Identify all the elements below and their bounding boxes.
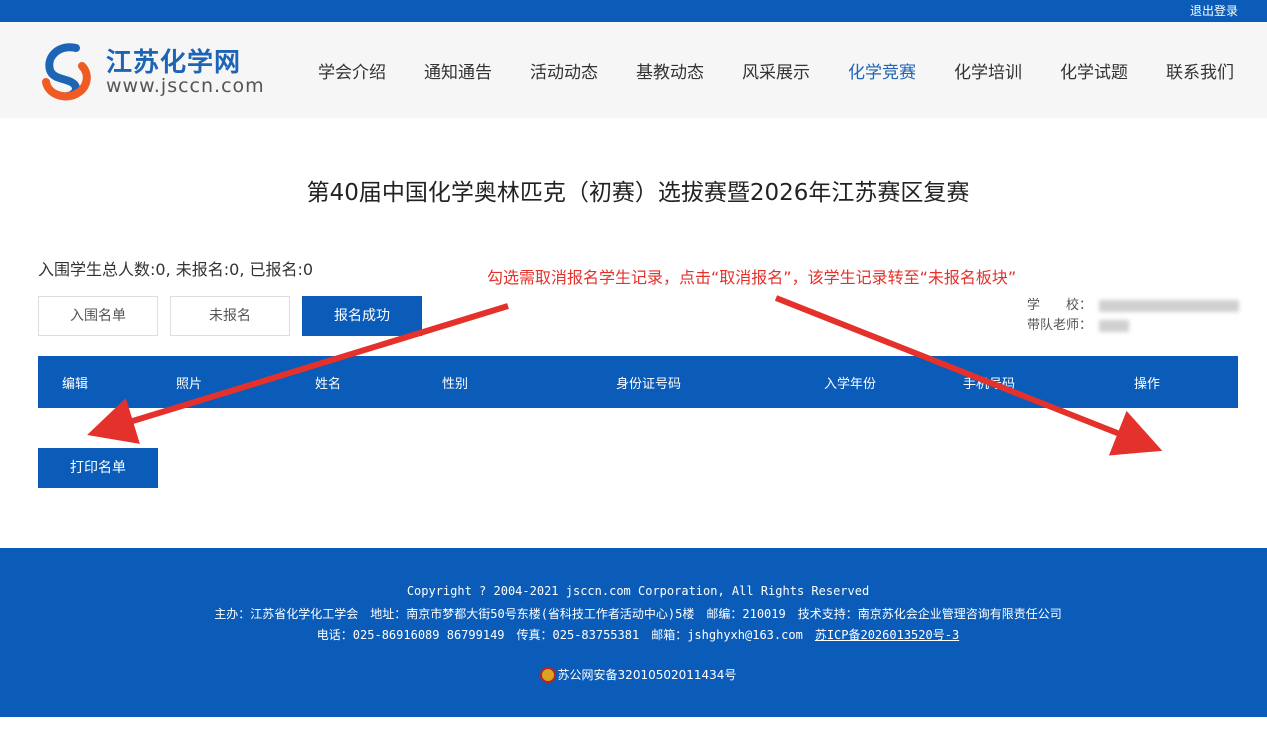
nav-item-about[interactable]: 学会介绍 — [318, 58, 386, 83]
nav-item-notices[interactable]: 通知通告 — [424, 58, 492, 83]
tab-shortlist[interactable]: 入围名单 — [38, 296, 158, 336]
nav-item-training[interactable]: 化学培训 — [954, 58, 1022, 83]
col-name: 姓名 — [315, 377, 342, 392]
footer-copyright: Copyright ? 2004-2021 jsccn.com Corporat… — [406, 584, 870, 598]
registration-stats: 入围学生总人数:0, 未报名:0, 已报名:0 — [38, 260, 314, 279]
logo-mark-icon — [42, 43, 91, 101]
print-list-button[interactable]: 打印名单 — [38, 448, 158, 488]
col-phone: 手机号码 — [963, 377, 1016, 392]
footer-organizer: 主办：江苏省化学化工学会 地址：南京市梦都大街50号东楼(省科技工作者活动中心)… — [214, 607, 1062, 621]
site-logo[interactable]: 江苏化学网 www.jsccn.com — [38, 40, 278, 104]
logo-url: www.jsccn.com — [106, 75, 265, 97]
nav-item-competition[interactable]: 化学竞赛 — [848, 58, 916, 83]
site-header: 江苏化学网 www.jsccn.com 学会介绍 通知通告 活动动态 基教动态 … — [0, 22, 1267, 118]
nav-item-basic-education[interactable]: 基教动态 — [636, 58, 704, 83]
table-header: 编辑 照片 姓名 性别 身份证号码 入学年份 手机号码 操作 — [38, 356, 1238, 408]
teacher-value-redacted — [1099, 320, 1129, 332]
police-record-link[interactable]: 苏公网安备32010502011434号 — [539, 666, 737, 683]
footer-police: 苏公网安备32010502011434号 — [0, 666, 1267, 686]
police-record-text: 苏公网安备32010502011434号 — [557, 668, 737, 682]
nav-item-activities[interactable]: 活动动态 — [530, 58, 598, 83]
school-info: 学 校： 带队老师： — [1027, 296, 1239, 336]
page-title: 第40届中国化学奥林匹克（初赛）选拔赛暨2026年江苏赛区复赛 — [306, 180, 970, 206]
school-value-redacted — [1099, 300, 1239, 312]
site-footer: Copyright ? 2004-2021 jsccn.com Corporat… — [0, 548, 1267, 717]
col-edit: 编辑 — [62, 377, 89, 392]
col-id-number: 身份证号码 — [616, 377, 682, 392]
nav-item-contact[interactable]: 联系我们 — [1166, 58, 1234, 83]
nav-item-showcase[interactable]: 风采展示 — [742, 58, 810, 83]
tab-unregistered[interactable]: 未报名 — [170, 296, 290, 336]
logo-title: 江苏化学网 — [106, 48, 242, 78]
icp-link[interactable]: 苏ICP备2026013520号-3 — [815, 628, 959, 642]
nav-item-exams[interactable]: 化学试题 — [1060, 58, 1128, 83]
top-bar: 退出登录 — [0, 0, 1267, 22]
col-actions: 操作 — [1134, 377, 1161, 392]
police-badge-icon — [539, 666, 556, 683]
footer-contact-text: 电话：025-86916089 86799149 传真：025-83755381… — [316, 628, 815, 642]
logout-link[interactable]: 退出登录 — [1190, 2, 1238, 19]
col-photo: 照片 — [176, 377, 203, 392]
col-enrollment-year: 入学年份 — [824, 377, 877, 392]
school-label: 学 校： — [1027, 298, 1093, 313]
instruction-annotation: 勾选需取消报名学生记录，点击“取消报名”，该学生记录转至“未报名板块” — [487, 268, 1017, 287]
footer-contact: 电话：025-86916089 86799149 传真：025-83755381… — [0, 626, 1267, 643]
tab-registered[interactable]: 报名成功 — [302, 296, 422, 336]
col-gender: 性别 — [442, 377, 469, 392]
teacher-label: 带队老师： — [1027, 318, 1093, 333]
